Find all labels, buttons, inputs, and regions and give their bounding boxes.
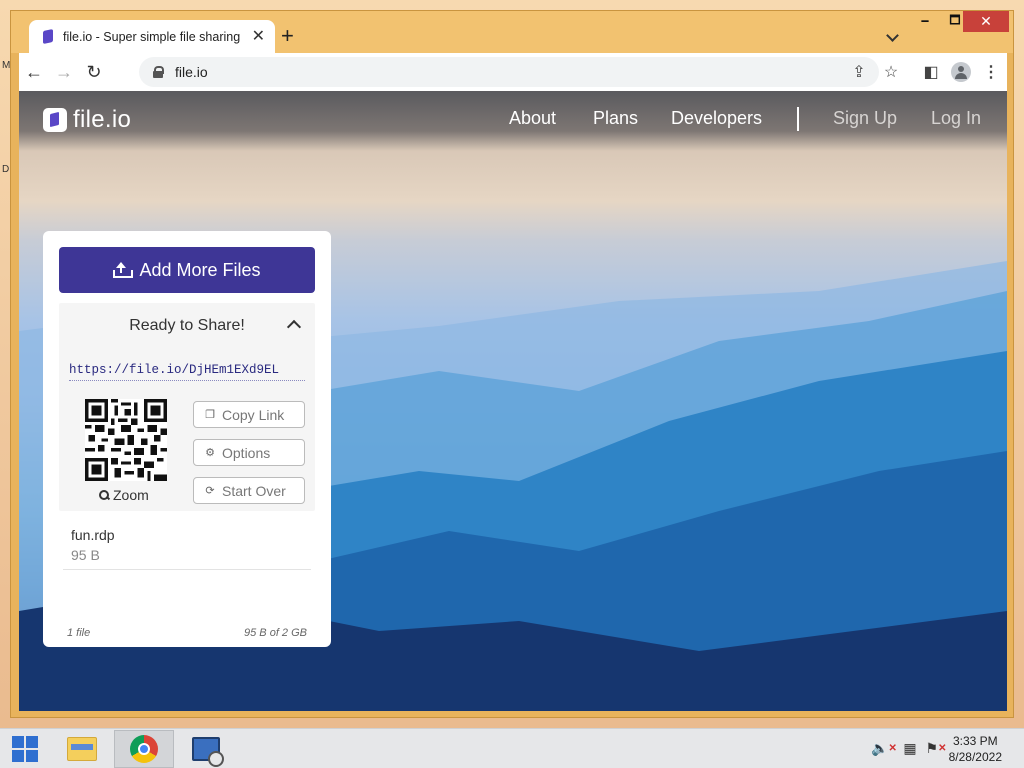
site-header: file.io About Plans Developers Sign Up L…: [19, 91, 1007, 147]
qr-code[interactable]: [85, 399, 167, 481]
upload-icon: [113, 262, 134, 278]
bookmark-star-icon[interactable]: ☆: [879, 57, 903, 87]
lock-icon[interactable]: [153, 66, 164, 78]
fileio-logo[interactable]: file.io: [43, 106, 131, 134]
copy-link-button[interactable]: ❐ Copy Link: [193, 401, 305, 428]
browser-menu-icon[interactable]: ⋮: [981, 57, 1001, 87]
browser-tab[interactable]: file.io - Super simple file sharing ✕: [29, 20, 275, 53]
reload-button[interactable]: ↻: [79, 57, 109, 87]
magnifier-icon: [99, 490, 109, 500]
speaker-muted-icon[interactable]: 🔈 ✕: [871, 739, 897, 757]
clock-date: 8/28/2022: [948, 750, 1002, 764]
sign-up-link[interactable]: Sign Up: [833, 108, 897, 129]
file-count: 1 file: [67, 627, 91, 639]
side-panel-icon[interactable]: ◧: [919, 57, 943, 87]
ready-to-share-panel: Ready to Share! https://file.io/DjHEm1EX…: [59, 303, 315, 511]
options-button[interactable]: ⚙ Options: [193, 439, 305, 466]
share-card: Add More Files Ready to Share! https://f…: [43, 231, 331, 647]
storage-usage: 95 B of 2 GB: [244, 627, 307, 639]
ready-title: Ready to Share!: [129, 317, 245, 334]
log-in-link[interactable]: Log In: [931, 108, 981, 129]
gear-icon: ⚙: [205, 447, 215, 459]
browser-window: file.io - Super simple file sharing ✕ + …: [10, 10, 1014, 718]
zoom-label: Zoom: [113, 487, 149, 503]
nav-plans-link[interactable]: Plans: [593, 108, 638, 129]
forward-button[interactable]: →: [49, 57, 79, 87]
windows-logo-icon: [12, 736, 38, 762]
start-button[interactable]: [0, 729, 50, 768]
new-tab-button[interactable]: +: [281, 25, 294, 47]
tab-close-icon[interactable]: ✕: [252, 28, 265, 45]
collapse-chevron-up-icon[interactable]: [287, 319, 301, 329]
folder-icon: [67, 737, 97, 761]
desktop-mark-d: D: [2, 164, 10, 175]
address-url[interactable]: file.io: [175, 64, 208, 80]
add-more-files-button[interactable]: Add More Files: [59, 247, 315, 293]
system-tray: 🔈 ✕ ▦ ⚑ ✕: [871, 739, 947, 757]
tab-search-chevron-icon[interactable]: [887, 31, 897, 41]
file-size: 95 B: [71, 547, 100, 563]
page-viewport: file.io About Plans Developers Sign Up L…: [19, 91, 1007, 711]
add-more-files-label: Add More Files: [139, 259, 261, 280]
flag-alert-icon[interactable]: ⚑ ✕: [926, 739, 947, 757]
start-over-button[interactable]: ⟳ Start Over: [193, 477, 305, 504]
taskbar-file-explorer[interactable]: [52, 730, 112, 768]
network-icon[interactable]: ▦: [902, 739, 918, 757]
refresh-icon: ⟳: [205, 485, 215, 497]
file-name: fun.rdp: [71, 527, 115, 543]
minimize-button[interactable]: 🗕: [911, 11, 939, 32]
nav-developers-link[interactable]: Developers: [671, 108, 762, 129]
address-bar[interactable]: file.io: [139, 57, 879, 87]
file-divider: [63, 569, 311, 570]
profile-avatar-icon[interactable]: [949, 57, 973, 87]
tab-title: file.io - Super simple file sharing: [63, 29, 241, 44]
share-url-link[interactable]: https://file.io/DjHEm1EXd9EL: [69, 363, 305, 381]
back-button[interactable]: ←: [19, 57, 49, 87]
copy-link-label: Copy Link: [222, 406, 285, 423]
taskbar-clock[interactable]: 3:33 PM 8/28/2022: [949, 733, 1002, 765]
share-icon[interactable]: ⇪: [847, 57, 871, 87]
taskbar-remote-desktop[interactable]: [176, 730, 236, 768]
fileio-favicon-icon: [41, 29, 55, 45]
nav-divider: [797, 107, 799, 131]
logo-text: file.io: [73, 106, 132, 133]
close-window-button[interactable]: ✕: [963, 11, 1009, 32]
taskbar-chrome[interactable]: [114, 730, 174, 768]
browser-toolbar: ← → ↻ file.io ⇪ ☆ ◧ ⋮: [19, 53, 1007, 91]
options-label: Options: [222, 444, 271, 461]
chrome-icon: [130, 735, 158, 763]
taskbar: 🔈 ✕ ▦ ⚑ ✕ 3:33 PM 8/28/2022: [0, 728, 1024, 768]
title-bar: file.io - Super simple file sharing ✕ + …: [11, 11, 1013, 53]
copy-icon: ❐: [205, 409, 215, 421]
nav-about-link[interactable]: About: [509, 108, 556, 129]
remote-desktop-icon: [192, 737, 224, 767]
fileio-logo-icon: [43, 108, 67, 132]
start-over-label: Start Over: [222, 482, 286, 499]
clock-time: 3:33 PM: [952, 734, 998, 748]
zoom-button[interactable]: Zoom: [99, 487, 149, 503]
